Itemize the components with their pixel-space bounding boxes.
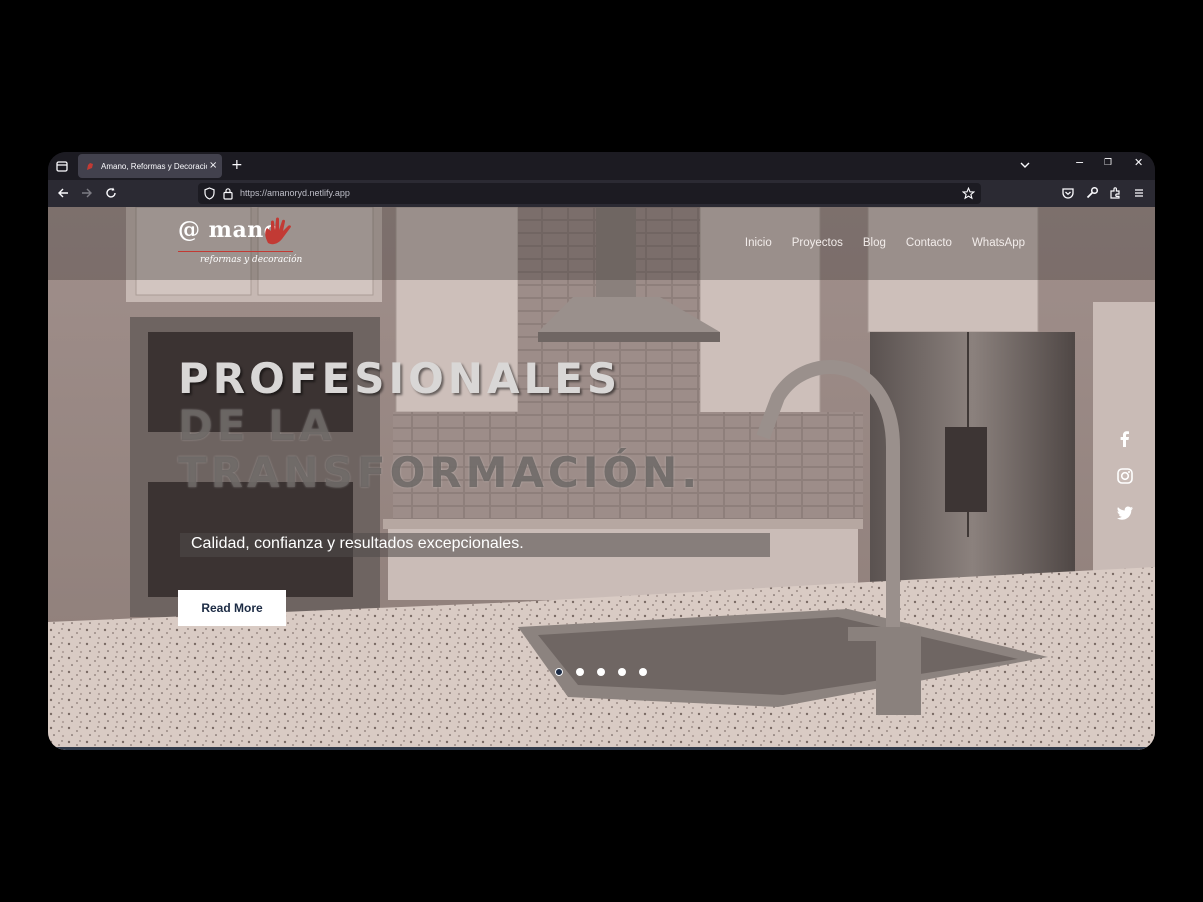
twitter-icon[interactable] [1116, 504, 1134, 522]
hero-subtitle: Calidad, confianza y resultados excepcio… [191, 535, 524, 552]
nav-link-inicio[interactable]: Inicio [745, 237, 772, 249]
tab-list-icon[interactable] [54, 158, 70, 174]
menu-icon[interactable] [1132, 186, 1146, 200]
slide-dot-5[interactable] [639, 668, 647, 676]
forward-icon[interactable] [80, 186, 94, 200]
slide-dot-4[interactable] [618, 668, 626, 676]
extensions-icon[interactable] [1108, 186, 1122, 200]
minimize-button[interactable]: − [1075, 156, 1084, 169]
site-logo[interactable]: @ mano reformas y decoración [178, 217, 302, 267]
slide-dot-2[interactable] [576, 668, 584, 676]
star-icon[interactable] [962, 187, 975, 200]
read-more-button[interactable]: Read More [178, 590, 286, 626]
slide-dot-1[interactable] [555, 668, 563, 676]
site-favicon-icon [87, 163, 93, 170]
active-tab[interactable]: Amano, Reformas y Decoración × [78, 154, 222, 178]
slide-dot-3[interactable] [597, 668, 605, 676]
hero-headline-line-1: PROFESIONALES [178, 354, 622, 403]
pocket-icon[interactable] [1061, 186, 1075, 200]
wrench-icon[interactable] [1085, 186, 1099, 200]
reload-icon[interactable] [104, 186, 118, 200]
restore-button[interactable]: ❐ [1104, 158, 1112, 168]
logo-tagline: reformas y decoración [200, 255, 303, 265]
nav-link-blog[interactable]: Blog [863, 237, 886, 249]
facebook-icon[interactable] [1116, 430, 1134, 448]
tab-close-icon[interactable]: × [209, 161, 217, 171]
tab-title: Amano, Reformas y Decoración [101, 161, 207, 171]
instagram-icon[interactable] [1116, 467, 1134, 485]
shield-icon[interactable] [203, 187, 216, 200]
hero-headline-line-2: DE LA [178, 401, 336, 450]
back-icon[interactable] [56, 186, 70, 200]
hero-headline: PROFESIONALES DE LA TRANSFORMACIÓN. [178, 355, 701, 496]
lock-icon[interactable] [222, 187, 234, 200]
url-bar[interactable]: https://amanoryd.netlify.app [198, 183, 981, 204]
tab-strip: Amano, Reformas y Decoración × + − ❐ ✕ [48, 152, 1155, 180]
navigation-toolbar: https://amanoryd.netlify.app [48, 180, 1155, 207]
main-navigation: Inicio Proyectos Blog Contacto WhatsApp [725, 237, 1025, 249]
new-tab-button[interactable]: + [231, 157, 243, 173]
close-window-button[interactable]: ✕ [1134, 156, 1143, 169]
slider-pagination [555, 668, 647, 676]
web-page: @ mano reformas y decoración Inicio Proy… [48, 207, 1155, 750]
nav-link-whatsapp[interactable]: WhatsApp [972, 237, 1025, 249]
chevron-down-icon[interactable] [1018, 158, 1032, 172]
nav-link-proyectos[interactable]: Proyectos [792, 237, 843, 249]
logo-underline [178, 251, 293, 252]
browser-window: Amano, Reformas y Decoración × + − ❐ ✕ h… [48, 152, 1155, 750]
page-bottom-edge [48, 747, 1155, 750]
hero-headline-line-3: TRANSFORMACIÓN. [178, 448, 702, 497]
hand-logo-icon [265, 217, 291, 245]
url-text: https://amanoryd.netlify.app [240, 188, 350, 198]
nav-link-contacto[interactable]: Contacto [906, 237, 952, 249]
